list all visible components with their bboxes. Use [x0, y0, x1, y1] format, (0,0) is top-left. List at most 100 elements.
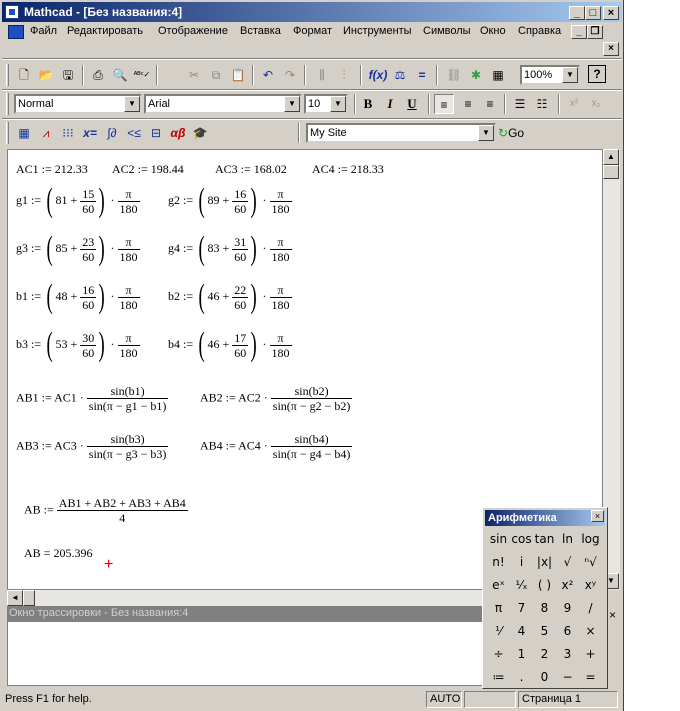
help-icon[interactable]: ? [588, 65, 606, 83]
insert-hyperlink-icon[interactable]: ⛓ [444, 65, 464, 85]
save-icon[interactable]: 🖫 [58, 65, 78, 85]
palette-key[interactable]: ⅟ [487, 620, 510, 642]
open-icon[interactable]: 📂 [36, 65, 56, 85]
close-button[interactable]: × [603, 6, 619, 20]
palette-key[interactable]: 1 [510, 643, 533, 665]
numbering-icon[interactable]: ☷ [532, 94, 552, 114]
palette-key[interactable]: × [579, 620, 602, 642]
chevron-down-icon[interactable]: ▼ [562, 67, 578, 83]
go-button[interactable]: ↻Go [498, 123, 530, 143]
angle-definition[interactable]: g3 := (85 + 23 60) · π 180 [16, 230, 140, 268]
toolbar-grip[interactable] [6, 93, 9, 115]
chevron-down-icon[interactable]: ▼ [124, 96, 140, 112]
style-combo[interactable]: Normal ▼ [14, 94, 142, 114]
palette-key[interactable]: √ [556, 551, 579, 573]
angle-definition[interactable]: g2 := (89 + 16 60) · π 180 [168, 182, 292, 220]
resource-center-icon[interactable]: ▦ [488, 65, 508, 85]
ac2-definition[interactable]: AC2 := 198.44 [112, 162, 184, 177]
palette-key[interactable]: 2 [533, 643, 556, 665]
palette-key[interactable]: 5 [533, 620, 556, 642]
cut-icon[interactable]: ✂ [184, 65, 204, 85]
underline-button[interactable]: U [402, 94, 422, 114]
palette-key[interactable]: n! [487, 551, 510, 573]
palette-key[interactable]: ÷ [487, 643, 510, 665]
maximize-button[interactable]: □ [585, 6, 601, 20]
palette-key[interactable]: 8 [533, 597, 556, 619]
bold-button[interactable]: B [358, 94, 378, 114]
ab1-definition[interactable]: AB1 := AC1 · sin(b1) sin(π − g1 − b1) [16, 384, 169, 413]
graph-icon[interactable]: ⩘ [36, 123, 56, 143]
palette-key[interactable]: ( ) [533, 574, 556, 596]
palette-key[interactable]: / [579, 597, 602, 619]
italic-button[interactable]: I [380, 94, 400, 114]
font-combo[interactable]: Arial ▼ [144, 94, 302, 114]
menu-tools[interactable]: Инструменты [343, 25, 412, 37]
scroll-left-icon[interactable]: ◄ [7, 590, 23, 606]
ac1-definition[interactable]: AC1 := 212.33 [16, 162, 88, 177]
palette-title[interactable]: Арифметика [485, 510, 605, 526]
palette-key[interactable]: sin [487, 528, 510, 550]
copy-icon[interactable]: ⧉ [206, 65, 226, 85]
palette-key[interactable]: cos [510, 528, 533, 550]
minimize-button[interactable]: _ [569, 6, 585, 20]
ab4-definition[interactable]: AB4 := AC4 · sin(b4) sin(π − g4 − b4) [200, 432, 353, 461]
scroll-thumb[interactable] [603, 165, 619, 179]
bullets-icon[interactable]: ☰ [510, 94, 530, 114]
palette-key[interactable]: 7 [510, 597, 533, 619]
palette-key[interactable]: ¹⁄ₓ [510, 574, 533, 596]
palette-key[interactable]: + [579, 643, 602, 665]
palette-key[interactable]: eˣ [487, 574, 510, 596]
toolbar-grip[interactable] [6, 64, 9, 86]
scroll-thumb[interactable] [23, 590, 35, 606]
palette-key[interactable]: 6 [556, 620, 579, 642]
palette-key[interactable]: . [510, 666, 533, 688]
spell-check-icon[interactable]: ᴬᴮᶜ✓ [132, 65, 152, 85]
insert-function-icon[interactable]: f(x) [368, 65, 388, 85]
new-icon[interactable]: 🗋 [14, 65, 34, 85]
palette-key[interactable]: = [579, 666, 602, 688]
insert-unit-icon[interactable]: ⚖ [390, 65, 410, 85]
title-bar[interactable]: Mathcad - [Без названия:4] _ □ × [2, 2, 622, 22]
ab-result[interactable]: AB = 205.396 [24, 546, 92, 561]
menu-view[interactable]: Отображение [158, 25, 228, 37]
paste-icon[interactable]: 📋 [228, 65, 248, 85]
align-right-icon[interactable]: ≡ [480, 94, 500, 114]
palette-close-button[interactable]: × [591, 510, 604, 522]
site-combo[interactable]: My Site ▼ [306, 123, 496, 143]
superscript-icon[interactable]: x² [564, 94, 584, 114]
menu-symbolics[interactable]: Символы [423, 25, 471, 37]
menu-window[interactable]: Окно [480, 25, 506, 37]
calculus-icon[interactable]: ∫∂ [102, 123, 122, 143]
document-icon[interactable] [8, 25, 24, 39]
angle-definition[interactable]: b2 := (46 + 22 60) · π 180 [168, 278, 292, 316]
palette-key[interactable]: 9 [556, 597, 579, 619]
programming-icon[interactable]: ⊟ [146, 123, 166, 143]
palette-key[interactable]: tan [533, 528, 556, 550]
menu-format[interactable]: Формат [293, 25, 332, 37]
palette-key[interactable]: ln [556, 528, 579, 550]
menu-help[interactable]: Справка [518, 25, 561, 37]
palette-key[interactable]: ≔ [487, 666, 510, 688]
trace-close-icon[interactable]: × [609, 608, 616, 622]
ab-average-definition[interactable]: AB := AB1 + AB2 + AB3 + AB4 4 [24, 496, 188, 525]
angle-definition[interactable]: b3 := (53 + 30 60) · π 180 [16, 326, 140, 364]
ac3-definition[interactable]: AC3 := 168.02 [215, 162, 287, 177]
undo-icon[interactable]: ↶ [258, 65, 278, 85]
angle-definition[interactable]: g4 := (83 + 31 60) · π 180 [168, 230, 292, 268]
palette-key[interactable]: 3 [556, 643, 579, 665]
matrix-icon[interactable]: ⁝⁝⁝ [58, 123, 78, 143]
align-down-icon[interactable]: ⫶ [334, 65, 354, 85]
redo-icon[interactable]: ↷ [280, 65, 300, 85]
palette-key[interactable]: − [556, 666, 579, 688]
insert-component-icon[interactable]: ✱ [466, 65, 486, 85]
align-center-icon[interactable]: ≡ [458, 94, 478, 114]
greek-icon[interactable]: αβ [168, 123, 188, 143]
angle-definition[interactable]: b4 := (46 + 17 60) · π 180 [168, 326, 292, 364]
angle-definition[interactable]: b1 := (48 + 16 60) · π 180 [16, 278, 140, 316]
palette-key[interactable]: |x| [533, 551, 556, 573]
menu-file[interactable]: Файл [30, 25, 57, 37]
menu-insert[interactable]: Вставка [240, 25, 281, 37]
menu-edit[interactable]: Редактировать [67, 25, 143, 37]
palette-key[interactable]: log [579, 528, 602, 550]
palette-key[interactable]: i [510, 551, 533, 573]
